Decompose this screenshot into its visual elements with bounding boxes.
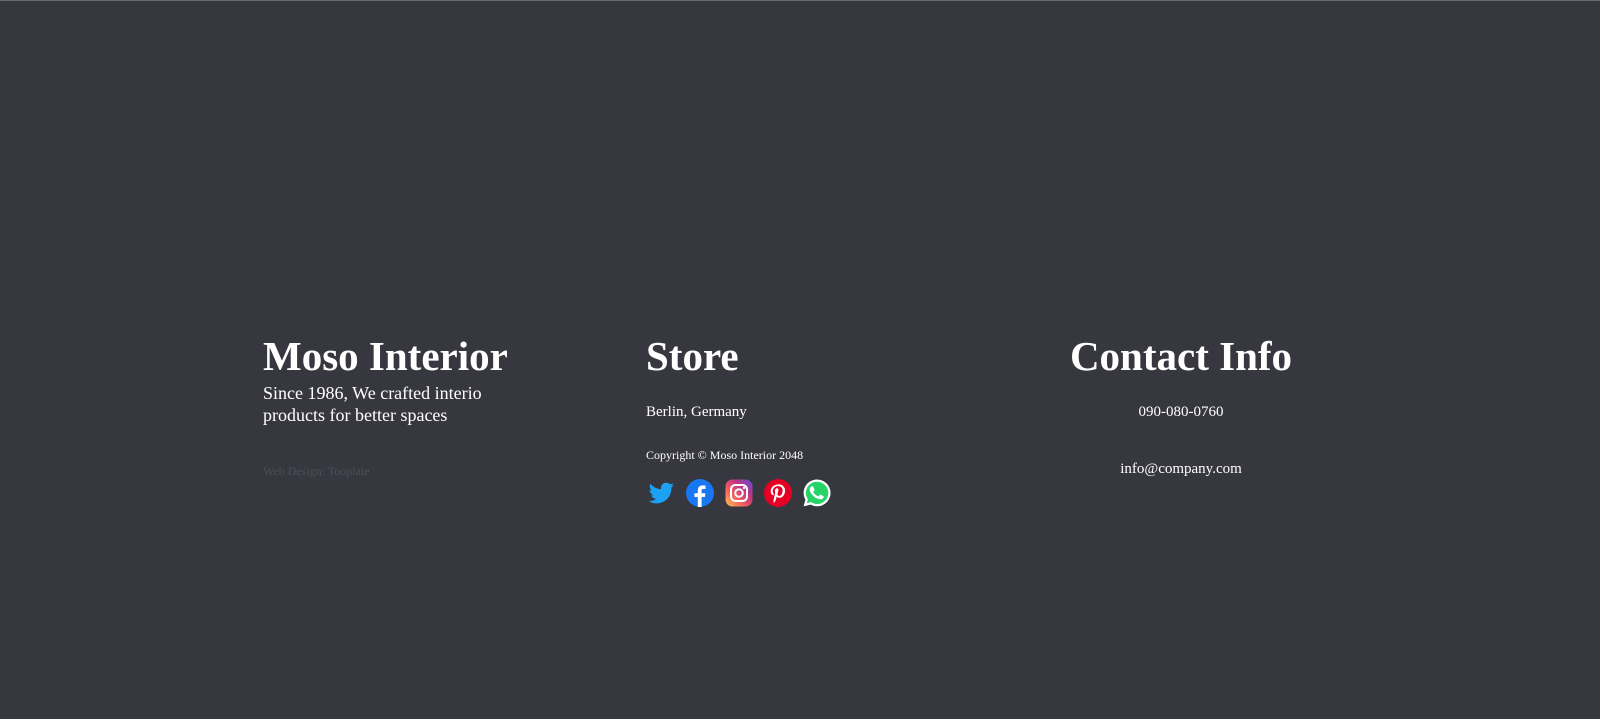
brand-title: Moso Interior bbox=[263, 333, 508, 379]
brand-tagline: Since 1986, We crafted interio products … bbox=[263, 383, 482, 425]
contact-title: Contact Info bbox=[1069, 333, 1293, 379]
brand-column: Moso Interior Since 1986, We crafted int… bbox=[263, 330, 563, 426]
pinterest-link[interactable] bbox=[763, 478, 793, 508]
store-column: Store bbox=[646, 330, 946, 382]
facebook-icon bbox=[686, 479, 714, 507]
phone-link[interactable]: 090-080-0760 bbox=[1000, 404, 1362, 421]
twitter-icon bbox=[648, 482, 674, 504]
store-title: Store bbox=[646, 333, 739, 379]
twitter-link[interactable] bbox=[646, 478, 676, 508]
instagram-link[interactable] bbox=[724, 478, 754, 508]
contact-column: Contact Info bbox=[1000, 330, 1362, 382]
social-links bbox=[646, 478, 832, 508]
store-location: Berlin, Germany bbox=[646, 404, 747, 420]
facebook-link[interactable] bbox=[685, 478, 715, 508]
whatsapp-link[interactable] bbox=[802, 478, 832, 508]
site-footer: Moso Interior Since 1986, We crafted int… bbox=[0, 1, 1600, 719]
pinterest-icon bbox=[764, 479, 792, 507]
web-design-credit-link[interactable]: Web Design: Tooplate bbox=[263, 464, 370, 479]
email-link[interactable]: info@company.com bbox=[1000, 461, 1362, 478]
copyright-text: Copyright © Moso Interior 2048 bbox=[646, 448, 804, 462]
instagram-icon bbox=[725, 479, 753, 507]
whatsapp-icon bbox=[803, 479, 831, 507]
